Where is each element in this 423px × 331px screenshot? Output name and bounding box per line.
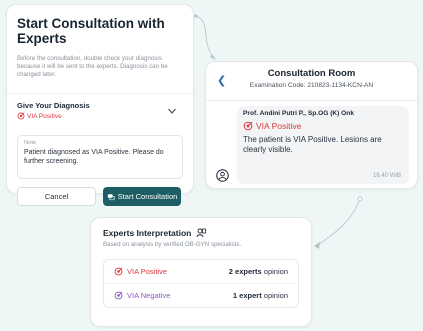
target-icon xyxy=(17,112,25,120)
expert-badge-icon xyxy=(196,228,207,238)
experts-list: VIA Positive 2 experts opinion VIA Negat… xyxy=(103,259,299,308)
expert-count-suffix: opinion xyxy=(263,267,288,276)
diagnosis-select[interactable]: Give Your Diagnosis VIA Positive xyxy=(7,93,193,126)
expert-count: 1 expert opinion xyxy=(233,291,288,300)
expert-status: VIA Positive xyxy=(114,267,167,276)
exam-code: Examination Code: 210823-1134-KCN-AN xyxy=(249,82,374,89)
consultation-title: Start Consultation with Experts xyxy=(17,16,165,46)
expert-count-number: 2 experts xyxy=(228,267,262,276)
diagnosis-value: VIA Positive xyxy=(17,112,183,120)
start-consultation-card: Start Consultation with Experts Before t… xyxy=(6,4,194,206)
message-status: VIA Positive xyxy=(243,121,403,131)
experts-interpretation-card: Experts Interpretation Based on analysis… xyxy=(90,217,312,327)
back-arrow-icon[interactable]: ❮ xyxy=(217,74,226,87)
list-item[interactable]: VIA Negative 1 expert opinion xyxy=(104,283,298,307)
message-status-text: VIA Positive xyxy=(256,121,302,131)
doctor-avatar-icon xyxy=(216,169,229,182)
diagnosis-value-text: VIA Positive xyxy=(27,112,62,120)
note-label: Note xyxy=(24,140,37,146)
room-title: Consultation Room xyxy=(267,68,356,79)
target-icon xyxy=(114,291,123,300)
room-header: ❮ Consultation Room Examination Code: 21… xyxy=(206,62,417,101)
chevron-down-icon[interactable] xyxy=(167,106,177,116)
expert-count: 2 experts opinion xyxy=(229,267,288,276)
message-body: The patient is VIA Positive. Lesions are… xyxy=(243,135,382,154)
note-text[interactable]: Patient diagnosed as VIA Positive. Pleas… xyxy=(24,148,176,166)
experts-description: Based on analysis by verified OB-GYN spe… xyxy=(103,241,242,248)
cancel-button[interactable]: Cancel xyxy=(17,187,96,206)
chat-message: Prof. Andini Putri P., Sp.OG (K) Onk VIA… xyxy=(237,106,409,184)
target-icon xyxy=(114,267,123,276)
consultation-room-card: ❮ Consultation Room Examination Code: 21… xyxy=(205,61,418,189)
chat-icon xyxy=(107,193,115,200)
experts-title: Experts Interpretation xyxy=(103,228,192,238)
start-consultation-button[interactable]: Start Consultation xyxy=(103,187,181,206)
expert-count-number: 1 expert xyxy=(232,291,262,300)
consultation-description: Before the consultation, double check yo… xyxy=(17,55,168,78)
start-consultation-label: Start Consultation xyxy=(117,192,178,201)
experts-title-row: Experts Interpretation xyxy=(103,228,299,238)
message-sender: Prof. Andini Putri P., Sp.OG (K) Onk xyxy=(243,110,354,117)
diagnosis-label: Give Your Diagnosis xyxy=(17,101,90,110)
message-time: 16.40 WIB xyxy=(372,173,401,179)
note-field[interactable]: Note Patient diagnosed as VIA Positive. … xyxy=(17,135,183,179)
expert-count-suffix: opinion xyxy=(263,291,288,300)
expert-status-text: VIA Negative xyxy=(127,291,171,300)
expert-status: VIA Negative xyxy=(114,291,170,300)
target-icon xyxy=(243,121,253,131)
list-item[interactable]: VIA Positive 2 experts opinion xyxy=(104,260,298,283)
expert-status-text: VIA Positive xyxy=(127,267,168,276)
